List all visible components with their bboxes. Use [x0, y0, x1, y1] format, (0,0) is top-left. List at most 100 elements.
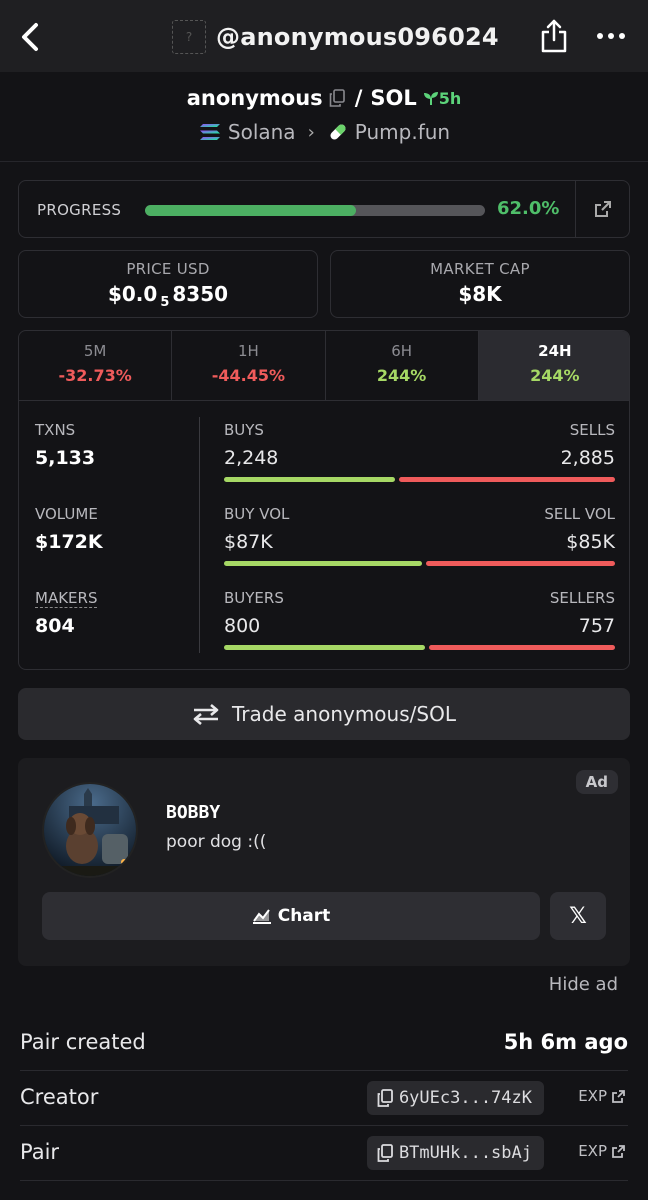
ad-badge: Ad — [575, 770, 618, 794]
price-zero-count: 5 — [160, 295, 170, 310]
volume-label: VOLUME — [35, 505, 98, 523]
tab-change: 244% — [530, 366, 580, 385]
price-usd-card: PRICE USD $0.0 5 8350 — [18, 250, 318, 318]
txns-value: 5,133 — [35, 447, 96, 469]
volume-value: $172K — [35, 531, 103, 553]
pair-title: anonymous / SOL 5h — [0, 86, 648, 110]
buyers-sellers-ratio-bar — [224, 645, 615, 650]
sellers-label: SELLERS — [549, 589, 615, 607]
ad-avatar[interactable] — [42, 782, 138, 878]
base-token: anonymous — [186, 86, 323, 110]
ad-title: BOBBY — [166, 802, 221, 823]
x-logo-icon: 𝕏 — [569, 903, 587, 929]
ad-card: Ad BOBBY poor dog :((Chart 𝕏 — [18, 758, 630, 966]
volume-row: VOLUME $172K BUY VOL SELL VOL $87K $85K — [19, 485, 629, 569]
pair-age: 5h — [423, 89, 461, 108]
dex-name[interactable]: Pump.fun — [355, 120, 450, 144]
tab-change: -44.45% — [211, 366, 286, 385]
chain-name[interactable]: Solana — [228, 120, 296, 144]
sell-vol-label: SELL VOL — [544, 505, 615, 523]
swap-arrows-icon — [193, 704, 219, 725]
profile-handle[interactable]: ? @anonymous096024 — [172, 17, 499, 57]
progress-label: PROGRESS — [37, 201, 122, 219]
pair-created-label: Pair created — [20, 1030, 146, 1054]
tab-label: 1H — [237, 342, 259, 360]
tab-5m[interactable]: 5M -32.73% — [19, 331, 173, 400]
buyers-share-fill — [224, 645, 425, 650]
sprout-icon — [423, 92, 438, 105]
pair-created-value: 5h 6m ago — [503, 1030, 628, 1054]
makers-row: MAKERS 804 BUYERS SELLERS 800 757 — [19, 569, 629, 653]
progress-bar-fill — [145, 205, 356, 216]
tab-1h[interactable]: 1H -44.45% — [172, 331, 326, 400]
buyers-label: BUYERS — [224, 589, 284, 607]
pair-label: Pair — [20, 1140, 60, 1164]
hide-ad-link[interactable]: Hide ad — [549, 974, 618, 995]
pair-explorer-link[interactable]: EXP — [578, 1142, 626, 1160]
open-external-button[interactable] — [575, 181, 631, 237]
txns-label: TXNS — [35, 421, 76, 439]
pair-address-button[interactable]: BTmUHk...sbAj — [366, 1136, 544, 1170]
share-icon[interactable] — [540, 18, 568, 54]
ad-chart-label: Chart — [277, 906, 331, 926]
main-content: PROGRESS 62.0% PRICE USD $0.0 5 8350 MARKE… — [0, 162, 648, 1200]
tab-change: -32.73% — [58, 366, 132, 385]
sellers-value: 757 — [578, 615, 615, 637]
timeframe-stats-card: 5M -32.73% 1H -44.45% 6H 244% 24H 244% T… — [18, 330, 630, 670]
makers-value: 804 — [35, 615, 75, 637]
handle-text: @anonymous096024 — [216, 23, 499, 51]
buys-value: 2,248 — [224, 447, 279, 469]
placeholder-avatar-icon: ? — [172, 20, 206, 54]
buys-share-fill — [224, 477, 396, 482]
creator-row: Creator 6yUEc3...74zK EXP — [20, 1071, 628, 1126]
bonding-progress-card: PROGRESS 62.0% — [18, 180, 630, 238]
pair-address: BTmUHk...sbAj — [398, 1143, 532, 1163]
tab-6h[interactable]: 6H 244% — [326, 331, 479, 400]
price-digits: 8350 — [172, 282, 229, 306]
sell-vol-value: $85K — [566, 531, 615, 553]
market-cap-label: MARKET CAP — [430, 260, 530, 278]
creator-explorer-link[interactable]: EXP — [578, 1087, 626, 1105]
more-options-icon[interactable] — [596, 32, 626, 40]
creator-address: 6yUEc3...74zK — [398, 1088, 532, 1108]
copy-icon[interactable] — [329, 89, 345, 107]
pair-separator: / — [354, 86, 363, 110]
timeframe-tabs: 5M -32.73% 1H -44.45% 6H 244% 24H 244% — [19, 331, 629, 401]
pair-created-row: Pair created 5h 6m ago — [20, 1016, 628, 1071]
tab-label: 6H — [391, 342, 413, 360]
metrics-panel: TXNS 5,133 BUYS SELLS 2,248 2,885 VOLUME… — [19, 401, 629, 669]
ad-chart-button[interactable]: Chart — [42, 892, 540, 940]
external-link-icon — [612, 1144, 625, 1158]
progress-value: 62.0% — [497, 198, 560, 219]
copy-icon — [377, 1144, 393, 1162]
top-bar: ? @anonymous096024 — [0, 0, 648, 72]
creator-address-button[interactable]: 6yUEc3...74zK — [366, 1081, 544, 1115]
buy-vol-value: $87K — [224, 531, 273, 553]
trade-button[interactable]: Trade anonymous/SOL — [18, 688, 630, 740]
exp-label: EXP — [578, 1087, 607, 1105]
progress-bar — [145, 205, 485, 216]
sells-value: 2,885 — [560, 447, 615, 469]
txns-row: TXNS 5,133 BUYS SELLS 2,248 2,885 — [19, 401, 629, 485]
buy-vol-label: BUY VOL — [224, 505, 290, 523]
external-link-icon — [612, 1089, 625, 1103]
pair-row: Pair BTmUHk...sbAj EXP — [20, 1126, 628, 1181]
dog-memorial-image — [44, 784, 136, 876]
back-icon[interactable] — [16, 20, 46, 54]
tab-label: 24H — [538, 342, 572, 360]
trade-button-label: Trade anonymous/SOL — [232, 702, 456, 726]
market-cap-card: MARKET CAP $8K — [330, 250, 630, 318]
makers-label[interactable]: MAKERS — [35, 589, 98, 608]
buyers-value: 800 — [224, 615, 261, 637]
pair-header: anonymous / SOL 5h Solana › Pump.fun — [0, 72, 648, 162]
ad-x-button[interactable]: 𝕏 — [550, 892, 606, 940]
copy-icon — [377, 1089, 393, 1107]
tab-24h[interactable]: 24H 244% — [478, 331, 629, 400]
pill-icon — [330, 124, 346, 140]
sells-label: SELLS — [569, 421, 615, 439]
price-prefix: $0.0 — [107, 282, 158, 306]
sells-share-fill — [399, 477, 615, 482]
price-usd-value: $0.0 5 8350 — [19, 282, 317, 310]
chain-breadcrumb: Solana › Pump.fun — [0, 120, 648, 144]
solana-icon — [199, 124, 220, 140]
